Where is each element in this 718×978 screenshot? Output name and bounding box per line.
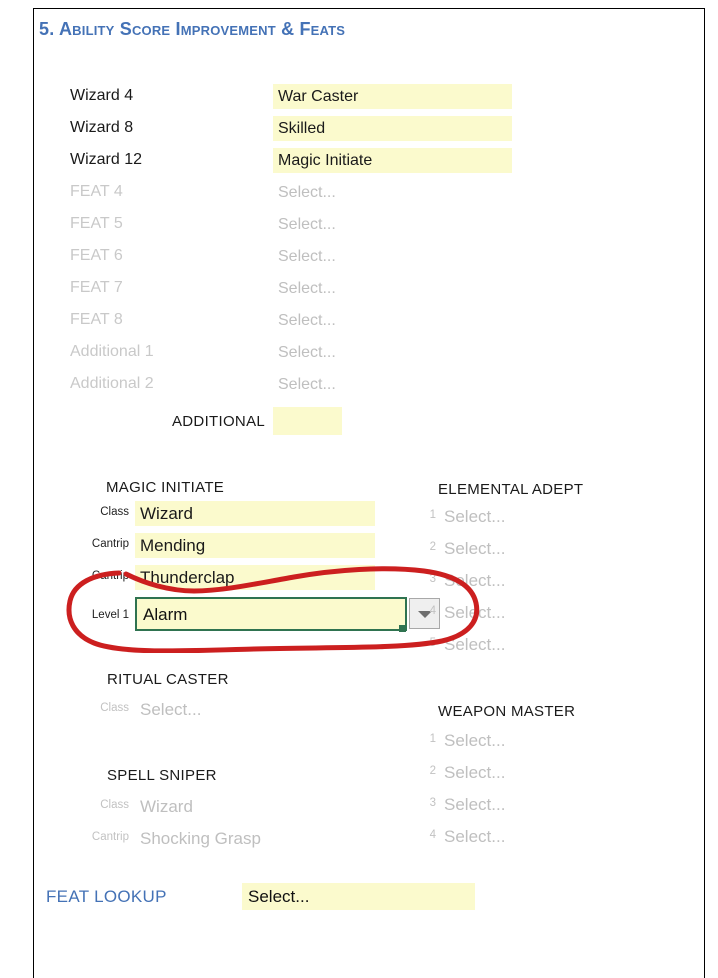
feat-row-label-4: FEAT 4 [70, 183, 123, 200]
elemental-adept-value-2[interactable]: Select... [439, 536, 589, 561]
elemental-adept-number-1: 1 [429, 509, 436, 521]
selection-handle[interactable] [399, 625, 406, 632]
weapon-master-value-1[interactable]: Select... [439, 728, 589, 753]
feat-row-value-9[interactable]: Select... [273, 340, 512, 365]
spell-sniper-title: SPELL SNIPER [107, 767, 217, 784]
additional-label: ADDITIONAL [172, 413, 266, 430]
weapon-master-number-2: 2 [429, 765, 436, 777]
feat-row-value-7[interactable]: Select... [273, 276, 512, 301]
feat-row-label-7: FEAT 7 [70, 279, 123, 296]
feat-lookup-field[interactable]: Select... [242, 883, 475, 910]
magic-initiate-level1-value: Alarm [143, 605, 188, 624]
feat-row-label-9: Additional 1 [70, 343, 154, 360]
magic-initiate-value-2[interactable]: Mending [135, 533, 375, 558]
magic-initiate-value-3[interactable]: Thunderclap [135, 565, 375, 590]
elemental-adept-number-3: 3 [429, 573, 436, 585]
feat-lookup-label: FEAT LOOKUP [46, 887, 167, 906]
spell-sniper-caption-1: Class [100, 799, 129, 811]
magic-initiate-level1-combobox[interactable]: Alarm [135, 597, 407, 632]
sheet-page-frame: 5. Ability Score Improvement & Feats Wiz… [33, 8, 705, 978]
spell-sniper-caption-2: Cantrip [91, 831, 129, 843]
magic-initiate-level1-caption: Level 1 [91, 609, 129, 621]
additional-field[interactable] [273, 407, 342, 435]
feat-row-value-2[interactable]: Skilled [273, 116, 512, 141]
feat-row-label-3: Wizard 12 [70, 151, 143, 168]
weapon-master-title: WEAPON MASTER [438, 703, 576, 720]
weapon-master-value-4[interactable]: Select... [439, 824, 589, 849]
feat-row-value-1[interactable]: War Caster [273, 84, 512, 109]
magic-initiate-caption-1: Class [100, 506, 129, 518]
elemental-adept-number-4: 4 [429, 605, 436, 617]
feat-row-value-8[interactable]: Select... [273, 308, 512, 333]
weapon-master-number-4: 4 [429, 829, 436, 841]
spell-sniper-value-1[interactable]: Wizard [135, 794, 355, 819]
feat-row-value-3[interactable]: Magic Initiate [273, 148, 512, 173]
elemental-adept-value-1[interactable]: Select... [439, 504, 589, 529]
feat-row-label-2: Wizard 8 [70, 119, 134, 136]
page-title: 5. Ability Score Improvement & Feats [39, 19, 345, 40]
feat-row-value-5[interactable]: Select... [273, 212, 512, 237]
magic-initiate-title: MAGIC INITIATE [106, 479, 225, 496]
feat-row-value-6[interactable]: Select... [273, 244, 512, 269]
weapon-master-value-3[interactable]: Select... [439, 792, 589, 817]
weapon-master-value-2[interactable]: Select... [439, 760, 589, 785]
elemental-adept-number-2: 2 [429, 541, 436, 553]
ritual-caster-value-1[interactable]: Select... [135, 697, 335, 722]
feat-row-label-5: FEAT 5 [70, 215, 123, 232]
elemental-adept-title: ELEMENTAL ADEPT [438, 481, 584, 498]
elemental-adept-value-5[interactable]: Select... [439, 632, 589, 657]
weapon-master-number-1: 1 [429, 733, 436, 745]
section-title-text: Ability Score Improvement & Feats [58, 19, 346, 39]
section-number: 5. [39, 19, 55, 39]
weapon-master-number-3: 3 [429, 797, 436, 809]
elemental-adept-value-4[interactable]: Select... [439, 600, 589, 625]
magic-initiate-caption-2: Cantrip [91, 538, 129, 550]
elemental-adept-number-5: 5 [429, 637, 436, 649]
feat-row-value-10[interactable]: Select... [273, 372, 512, 397]
feat-row-label-6: FEAT 6 [70, 247, 123, 264]
ritual-caster-title: RITUAL CASTER [107, 671, 229, 688]
feat-row-label-8: FEAT 8 [70, 311, 123, 328]
feat-row-value-4[interactable]: Select... [273, 180, 512, 205]
feat-row-label-1: Wizard 4 [70, 87, 134, 104]
magic-initiate-caption-3: Cantrip [91, 570, 129, 582]
spell-sniper-value-2[interactable]: Shocking Grasp [135, 826, 355, 851]
elemental-adept-value-3[interactable]: Select... [439, 568, 589, 593]
magic-initiate-value-1[interactable]: Wizard [135, 501, 375, 526]
feat-row-label-10: Additional 2 [70, 375, 154, 392]
ritual-caster-caption-1: Class [100, 702, 129, 714]
